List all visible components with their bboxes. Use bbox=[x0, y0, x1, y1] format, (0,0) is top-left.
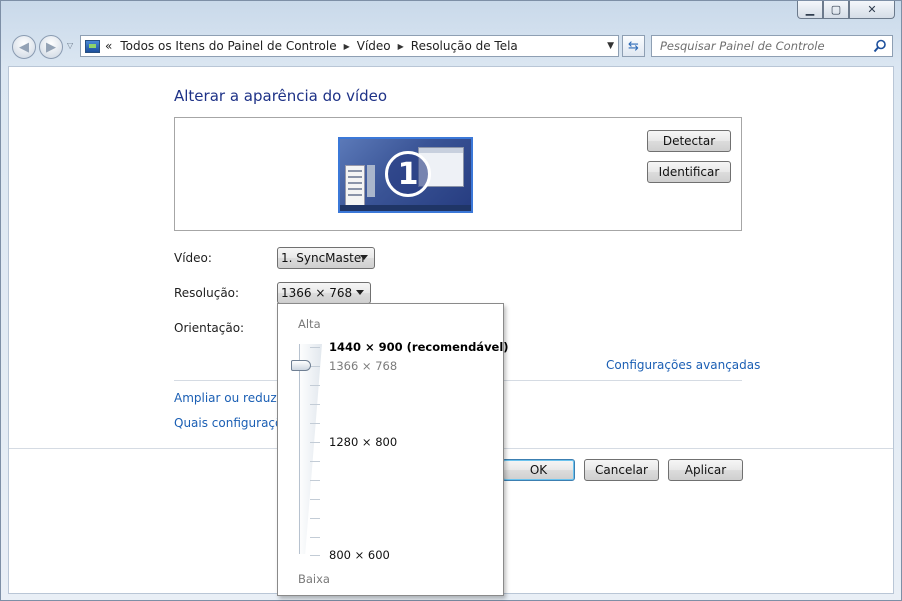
minimize-icon: ▁ bbox=[805, 3, 815, 16]
slider-tick bbox=[310, 366, 320, 367]
search-box[interactable] bbox=[651, 35, 893, 57]
search-icon[interactable] bbox=[873, 39, 887, 53]
back-arrow-icon: ◀ bbox=[19, 39, 29, 55]
breadcrumb: « Todos os Itens do Painel de Controle ▶… bbox=[105, 39, 518, 53]
slider-tick bbox=[310, 555, 320, 556]
forward-arrow-icon: ▶ bbox=[46, 39, 56, 55]
breadcrumb-separator-icon[interactable]: ▶ bbox=[398, 42, 404, 51]
orientation-label: Orientação: bbox=[174, 321, 245, 335]
control-panel-icon bbox=[85, 39, 100, 53]
breadcrumb-separator-icon[interactable]: ▶ bbox=[344, 42, 350, 51]
back-button[interactable]: ◀ bbox=[12, 35, 36, 59]
identify-button[interactable]: Identificar bbox=[647, 161, 731, 183]
resolution-option[interactable]: 800 × 600 bbox=[329, 548, 390, 562]
monitor-number-badge: 1 bbox=[385, 151, 431, 197]
breadcrumb-item-all-items[interactable]: Todos os Itens do Painel de Controle bbox=[120, 39, 336, 53]
slider-tick bbox=[310, 347, 320, 348]
resolution-slider-track[interactable] bbox=[298, 344, 322, 554]
breadcrumb-overflow[interactable]: « bbox=[105, 39, 112, 53]
enlarge-text-link[interactable]: Ampliar ou reduzir t bbox=[174, 391, 293, 405]
slider-tick bbox=[310, 442, 320, 443]
breadcrumb-item-video[interactable]: Vídeo bbox=[357, 39, 391, 53]
apply-button[interactable]: Aplicar bbox=[668, 459, 743, 481]
close-button[interactable]: ✕ bbox=[849, 1, 895, 19]
slider-tick bbox=[310, 480, 320, 481]
resolution-high-label: Alta bbox=[298, 317, 321, 331]
resolution-label: Resolução: bbox=[174, 286, 240, 300]
resolution-low-label: Baixa bbox=[298, 572, 330, 586]
advanced-settings-link[interactable]: Configurações avançadas bbox=[606, 358, 760, 372]
address-bar[interactable]: « Todos os Itens do Painel de Controle ▶… bbox=[80, 35, 619, 57]
maximize-icon: ▢ bbox=[830, 3, 842, 16]
minimize-button[interactable]: ▁ bbox=[797, 1, 823, 19]
video-select-value: 1. SyncMaster bbox=[281, 251, 367, 265]
window: ▁ ▢ ✕ ◀ ▶ ▽ « Todos os Itens do Painel d… bbox=[0, 0, 902, 601]
maximize-button[interactable]: ▢ bbox=[823, 1, 849, 19]
chevron-down-icon bbox=[356, 290, 364, 295]
monitor-preview-panel: 1 Detectar Identificar bbox=[174, 117, 742, 231]
monitor-window-icon bbox=[367, 165, 375, 197]
slider-tick bbox=[310, 404, 320, 405]
video-select[interactable]: 1. SyncMaster bbox=[277, 247, 375, 269]
ok-button[interactable]: OK bbox=[502, 459, 575, 481]
search-input[interactable] bbox=[660, 39, 865, 53]
slider-tick bbox=[310, 385, 320, 386]
monitor-window-icon bbox=[345, 165, 365, 207]
resolution-select[interactable]: 1366 × 768 bbox=[277, 282, 371, 304]
resolution-slider-track-edge bbox=[299, 344, 300, 554]
slider-tick bbox=[310, 461, 320, 462]
resolution-dropdown[interactable]: Alta 1440 × 900 (recomendável) 1366 × 76… bbox=[277, 303, 509, 596]
video-label: Vídeo: bbox=[174, 251, 212, 265]
detect-button[interactable]: Detectar bbox=[647, 130, 731, 152]
resolution-option[interactable]: 1366 × 768 bbox=[329, 359, 397, 373]
page-title: Alterar a aparência do vídeo bbox=[174, 87, 388, 105]
resolution-slider-thumb[interactable] bbox=[291, 360, 311, 371]
monitor-icon[interactable]: 1 bbox=[338, 137, 473, 213]
which-settings-link[interactable]: Quais configuraçõe bbox=[174, 416, 290, 430]
chevron-down-icon bbox=[360, 255, 368, 260]
slider-tick bbox=[310, 518, 320, 519]
resolution-select-value: 1366 × 768 bbox=[281, 286, 353, 300]
address-dropdown-icon[interactable]: ▼ bbox=[607, 41, 614, 51]
forward-button[interactable]: ▶ bbox=[39, 35, 63, 59]
caption-buttons: ▁ ▢ ✕ bbox=[797, 1, 895, 21]
resolution-option[interactable]: 1440 × 900 (recomendável) bbox=[329, 340, 509, 354]
breadcrumb-item-resolution[interactable]: Resolução de Tela bbox=[411, 39, 518, 53]
close-icon: ✕ bbox=[867, 3, 877, 16]
resolution-option[interactable]: 1280 × 800 bbox=[329, 435, 397, 449]
refresh-icon: ⇆ bbox=[628, 38, 639, 54]
slider-tick bbox=[310, 499, 320, 500]
slider-tick bbox=[310, 537, 320, 538]
recent-pages-chevron-icon[interactable]: ▽ bbox=[67, 41, 73, 50]
monitor-taskbar bbox=[340, 205, 471, 211]
slider-tick bbox=[310, 423, 320, 424]
refresh-button[interactable]: ⇆ bbox=[622, 35, 645, 57]
cancel-button[interactable]: Cancelar bbox=[584, 459, 659, 481]
